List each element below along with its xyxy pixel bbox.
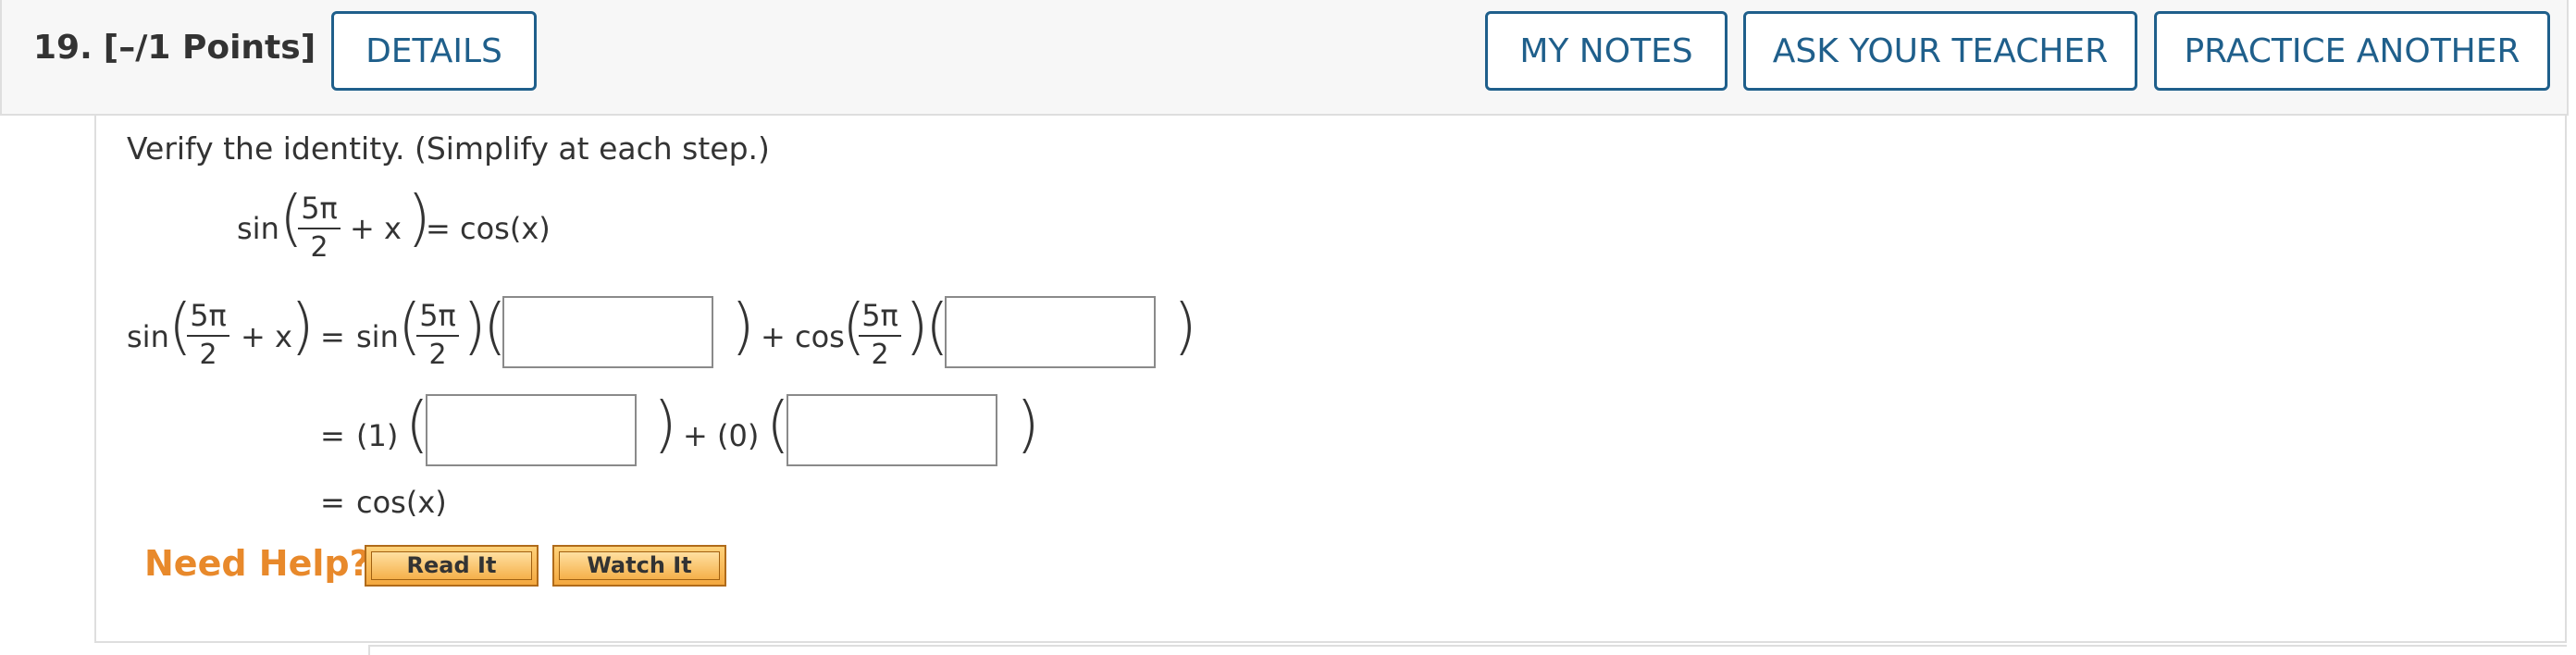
problem-prompt: Verify the identity. (Simplify at each s…: [127, 130, 770, 167]
step1-lhs-fraction: 5π 2: [187, 298, 229, 371]
details-button[interactable]: DETAILS: [331, 11, 537, 91]
answer-box-1[interactable]: [502, 296, 713, 368]
answer-box-3[interactable]: [426, 394, 637, 466]
read-it-label: Read It: [371, 551, 532, 580]
question-label: 19. [–/1 Points]: [33, 29, 316, 67]
watch-it-button[interactable]: Watch It: [552, 545, 726, 587]
identity-fraction: 5π 2: [298, 191, 341, 264]
panel-divider: [368, 645, 2567, 655]
step2-equals: =: [320, 418, 345, 453]
points-label: [–/1 Points]: [103, 29, 316, 67]
step2-coefficient-1: (1): [356, 418, 399, 453]
step1-cos-fraction: 5π 2: [859, 298, 901, 371]
answer-box-2[interactable]: [945, 296, 1156, 368]
step2-box4-close-paren: ): [1016, 389, 1040, 460]
step2-box3-close-paren: ): [653, 389, 677, 460]
read-it-button[interactable]: Read It: [365, 545, 539, 587]
step1-sin-numerator: 5π: [419, 298, 456, 333]
question-number: 19.: [33, 29, 93, 67]
step3-result: cos(x): [356, 485, 447, 520]
step1-box2-close-paren: ): [1173, 290, 1197, 362]
step3-equals: =: [320, 485, 345, 520]
step2-plus-coefficient-2: + (0): [683, 418, 760, 453]
step1-sin: sin: [356, 319, 399, 354]
ask-your-teacher-button[interactable]: ASK YOUR TEACHER: [1743, 11, 2137, 91]
step1-sin-denominator: 2: [428, 339, 447, 371]
my-notes-button[interactable]: MY NOTES: [1485, 11, 1728, 91]
step1-equals: =: [320, 319, 345, 354]
step1-lhs-sin: sin: [127, 319, 169, 354]
step1-plus-cos: + cos: [761, 319, 845, 354]
step1-cos-denominator: 2: [871, 339, 889, 371]
practice-another-button[interactable]: PRACTICE ANOTHER: [2154, 11, 2550, 91]
identity-rhs: = cos(x): [426, 211, 551, 246]
step1-sin-fraction: 5π 2: [416, 298, 459, 371]
step1-box1-close-paren: ): [731, 290, 755, 362]
step1-lhs-denominator: 2: [199, 339, 217, 371]
question-header: 19. [–/1 Points] DETAILS MY NOTES ASK YOU…: [0, 0, 2569, 116]
step1-lhs-plus-x: + x: [241, 319, 292, 354]
identity-numerator: 5π: [301, 191, 338, 226]
step1-cos-numerator: 5π: [861, 298, 898, 333]
identity-denominator: 2: [310, 231, 328, 264]
watch-it-label: Watch It: [559, 551, 720, 580]
identity-sin: sin: [237, 211, 279, 246]
step1-lhs-numerator: 5π: [190, 298, 227, 333]
need-help-label: Need Help?: [144, 543, 370, 584]
identity-plus-x: + x: [350, 211, 402, 246]
step1-lhs-close-paren: ): [291, 290, 315, 362]
answer-box-4[interactable]: [786, 394, 997, 466]
